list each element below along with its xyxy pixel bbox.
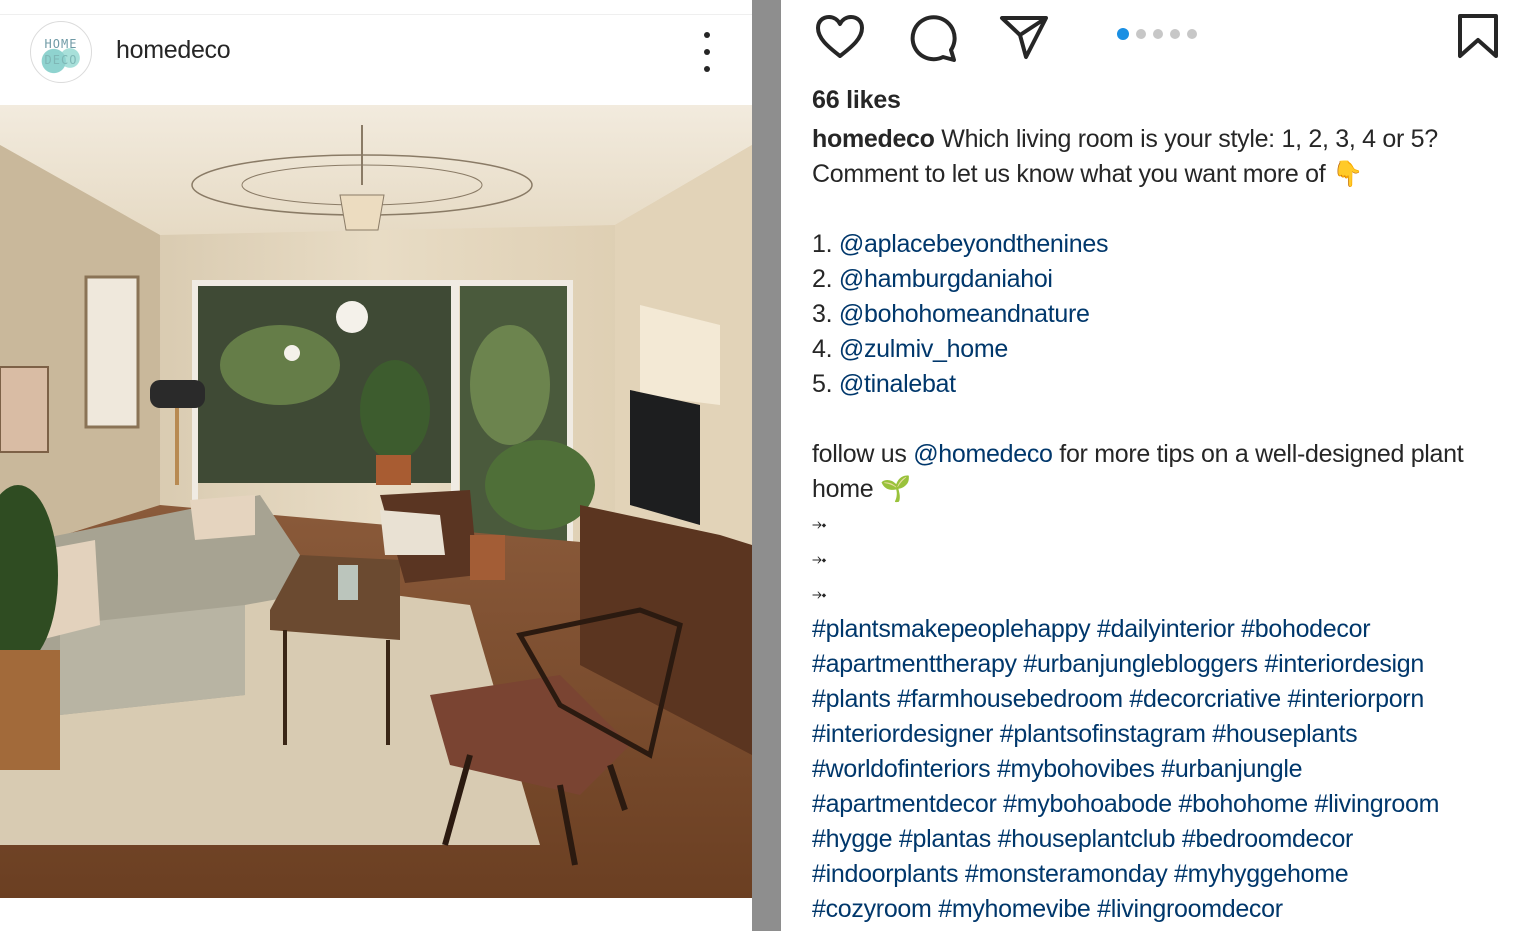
mention-link[interactable]: @tinalebat [839,370,956,398]
arrow-divider: ⤞ [812,514,827,534]
hashtag-line[interactable]: #apartmentdecor #mybohoabode #bohohome #… [812,787,1522,822]
panel-divider [752,0,781,931]
hashtag-line[interactable]: #indoorplants #monsteramonday #myhyggeho… [812,857,1522,892]
post-panel: HOME DECO homedeco [0,0,752,931]
mention-link[interactable]: @hamburgdaniahoi [839,265,1053,293]
hashtag-line[interactable]: #plants #farmhousebedroom #decorcriative… [812,682,1522,717]
hashtag-line[interactable]: #hygge #plantas #houseplantclub #bedroom… [812,822,1522,857]
avatar-text-line: HOME [44,37,78,51]
carousel-dot [1136,29,1146,39]
avatar-text-line: DECO [44,53,78,67]
arrow-divider: ⤞ [812,584,827,604]
hashtag-line[interactable]: #plantsmakepeoplehappy #dailyinterior #b… [812,612,1522,647]
mention-link[interactable]: @bohohomeandnature [839,300,1090,328]
avatar[interactable]: HOME DECO [30,21,92,83]
caption-text-segment: follow us [812,440,914,468]
caption-username[interactable]: homedeco [812,125,935,153]
likes-count[interactable]: 66 likes [812,86,901,115]
post-image[interactable] [0,105,752,898]
bookmark-icon[interactable] [1457,13,1499,59]
caption-line: Comment to let us know what you want mor… [812,160,1363,188]
hashtag-line[interactable]: #interiordesigner #plantsofinstagram #ho… [812,717,1522,752]
comment-icon[interactable] [907,13,957,63]
mention-link[interactable]: @aplacebeyondthenines [839,230,1109,258]
carousel-dot [1153,29,1163,39]
list-number: 1. [812,230,839,258]
more-options-icon[interactable] [697,32,717,72]
caption-intro: Which living room is your style: 1, 2, 3… [934,125,1438,153]
hashtag-line[interactable]: #apartmenttherapy #urbanjunglebloggers #… [812,647,1522,682]
arrow-divider: ⤞ [812,549,827,569]
caption-line: follow us @homedeco for more tips on a w… [812,437,1522,472]
mention-link[interactable]: @homedeco [913,440,1053,468]
list-item: 5. @tinalebat [812,367,1522,402]
list-item: 2. @hamburgdaniahoi [812,262,1522,297]
caption-text: homedeco Which living room is your style… [812,122,1522,927]
list-item: 3. @bohohomeandnature [812,297,1522,332]
list-number: 2. [812,265,839,293]
send-icon[interactable] [999,14,1049,60]
list-item: 4. @zulmiv_home [812,332,1522,367]
carousel-dot-active [1117,28,1129,40]
mention-link[interactable]: @zulmiv_home [839,335,1008,363]
list-item: 1. @aplacebeyondthenines [812,227,1522,262]
list-number: 4. [812,335,839,363]
post-username[interactable]: homedeco [116,36,231,65]
carousel-dot [1170,29,1180,39]
list-number: 3. [812,300,839,328]
hashtag-line[interactable]: #worldofinteriors #mybohovibes #urbanjun… [812,752,1522,787]
top-divider [0,14,752,15]
hashtag-line[interactable]: #cozyroom #myhomevibe #livingroomdecor [812,892,1522,927]
list-number: 5. [812,370,839,398]
carousel-dot [1187,29,1197,39]
heart-icon[interactable] [815,14,865,60]
carousel-indicator [1117,28,1197,40]
caption-line: home 🌱 [812,475,911,503]
caption-text-segment: for more tips on a well-designed plant [1052,440,1464,468]
caption-line: homedeco Which living room is your style… [812,122,1522,157]
caption-panel: 66 likes homedeco Which living room is y… [781,0,1536,931]
